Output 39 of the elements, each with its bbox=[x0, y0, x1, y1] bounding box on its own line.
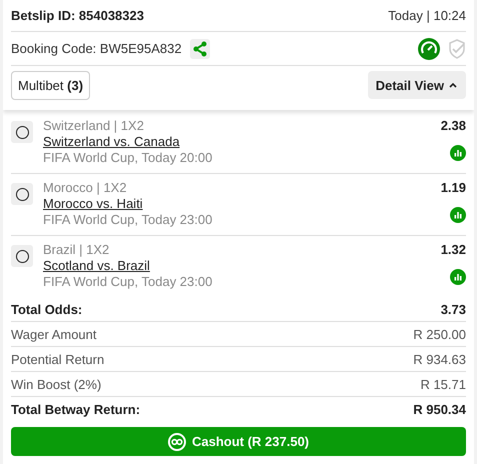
match-link[interactable]: Scotland vs. Brazil bbox=[43, 258, 150, 273]
market-label: Brazil | 1X2 bbox=[43, 242, 110, 257]
shield-check-icon bbox=[448, 38, 466, 58]
summary-value: R 950.34 bbox=[413, 402, 466, 416]
multibet-label: Multibet (3) bbox=[11, 70, 90, 100]
summary-value: R 250.00 bbox=[413, 326, 466, 342]
bet-time: Today | 10:24 bbox=[388, 8, 466, 23]
odds: 1.32 bbox=[440, 242, 466, 257]
summary-label: Total Betway Return: bbox=[11, 402, 140, 416]
odds: 2.38 bbox=[440, 118, 466, 133]
summary-label: Wager Amount bbox=[11, 326, 97, 342]
radio-button[interactable] bbox=[16, 126, 28, 138]
summary-value: 3.73 bbox=[440, 302, 466, 316]
summary-label: Potential Return bbox=[11, 352, 104, 366]
bar-chart-icon[interactable] bbox=[450, 269, 466, 285]
cashout-icon bbox=[168, 432, 186, 450]
summary-label: Win Boost (2%) bbox=[11, 376, 102, 392]
summary-value: R 15.71 bbox=[420, 376, 466, 392]
match-link[interactable]: Switzerland vs. Canada bbox=[43, 134, 180, 149]
detail-view-button[interactable]: Detail View bbox=[368, 71, 466, 99]
match-link[interactable]: Morocco vs. Haiti bbox=[43, 196, 143, 211]
radio-button[interactable] bbox=[16, 250, 28, 262]
event-label: FIFA World Cup, Today 20:00 bbox=[43, 150, 214, 165]
caret-icon bbox=[448, 80, 458, 90]
radio-button[interactable] bbox=[16, 188, 28, 200]
summary-value: R 934.63 bbox=[413, 352, 466, 366]
betslip-id: Betslip ID: 854038323 bbox=[11, 8, 144, 23]
event-label: FIFA World Cup, Today 23:00 bbox=[43, 274, 214, 289]
summary-label: Total Odds: bbox=[11, 302, 82, 316]
market-label: Morocco | 1X2 bbox=[43, 180, 128, 195]
speedometer-icon bbox=[418, 38, 440, 60]
bar-chart-icon[interactable] bbox=[450, 145, 466, 161]
cashout-button[interactable]: Cashout (R 237.50) bbox=[11, 427, 466, 456]
booking-code: Booking Code: BW5E95A832 bbox=[11, 41, 182, 56]
bar-chart-icon[interactable] bbox=[450, 207, 466, 223]
market-label: Switzerland | 1X2 bbox=[43, 118, 145, 133]
odds: 1.19 bbox=[440, 180, 466, 195]
share-icon[interactable] bbox=[190, 38, 210, 58]
event-label: FIFA World Cup, Today 23:00 bbox=[43, 212, 214, 227]
